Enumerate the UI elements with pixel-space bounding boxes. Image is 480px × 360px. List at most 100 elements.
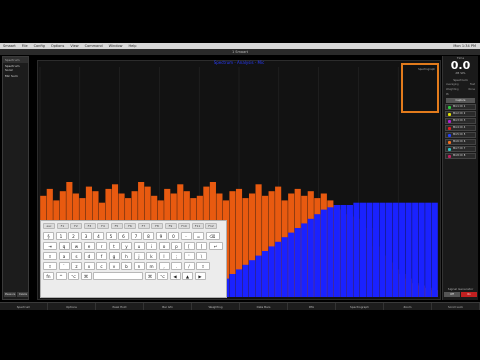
channel-button[interactable]: Mic3 Ch 3 [445,118,476,124]
keyboard-key[interactable]: ⌥ [157,272,168,280]
generator-on-button[interactable]: On [461,292,477,297]
keyboard-key[interactable]: ^ [55,272,67,280]
keyboard-key[interactable]: ⌫ [205,232,220,240]
keyboard-key[interactable]: h [121,252,132,260]
keyboard-key[interactable]: 7 [130,232,142,240]
keyboard-key[interactable]: F1 [56,223,69,229]
keyboard-key[interactable]: ⇧ [196,262,210,270]
channel-button[interactable]: Mic8 Ch 8 [445,153,476,159]
keyboard-key[interactable]: F7 [137,223,150,229]
bottom-toolbar: Spectrum Options Peak Hold Bar Gfx Weighting… [0,302,480,310]
keyboard-key[interactable]: . [171,262,182,270]
keyboard-key[interactable]: ▶ [194,272,206,280]
keyboard-key[interactable]: ] [196,242,207,250]
keyboard-key[interactable]: z [71,262,82,270]
keyboard-key[interactable]: t [108,242,120,250]
keyboard-key[interactable]: [ [183,242,195,250]
keyboard-key[interactable]: F3 [83,223,96,229]
keyboard-key[interactable]: ↵ [208,242,223,250]
keyboard-key[interactable]: 5 [105,232,117,240]
keyboard-key[interactable]: e [83,242,95,250]
toolbar-button[interactable]: RTA [288,303,336,310]
keyboard-key[interactable]: 9 [155,232,167,240]
keyboard-key[interactable]: ` [58,262,70,270]
keyboard-key[interactable]: , [158,262,170,270]
keyboard-key[interactable]: ⌥ [68,272,79,280]
keyboard-key[interactable]: c [96,262,107,270]
keyboard-key[interactable]: a [58,252,70,260]
toolbar-button[interactable]: Scroll Lock [432,303,480,310]
toolbar-button[interactable]: Bar Gfx [144,303,192,310]
keyboard-key[interactable]: ▲ [182,272,193,280]
keyboard-key[interactable]: k [146,252,157,260]
keyboard-key[interactable]: F8 [151,223,163,229]
generator-off-button[interactable]: Off [444,292,460,297]
channel-button[interactable]: Mic1 Ch 1 [445,104,476,110]
keyboard-key[interactable]: 0 [168,232,179,240]
keyboard-key[interactable]: fn [43,272,54,280]
keyboard-key[interactable]: o [158,242,170,250]
keyboard-key[interactable]: ; [171,252,182,260]
keyboard-key[interactable]: 2 [68,232,79,240]
keyboard-key[interactable]: \ [196,252,207,260]
keyboard-key[interactable]: i [146,242,157,250]
keyboard-key[interactable]: F4 [97,223,109,229]
keyboard-key[interactable]: 1 [55,232,67,240]
toolbar-button[interactable]: Peak Hold [96,303,144,310]
keyboard-key[interactable]: F9 [164,223,177,229]
keyboard-key[interactable]: ⌘ [144,272,156,280]
keyboard-key[interactable]: ⇥ [43,242,57,250]
keyboard-key[interactable]: esc [43,223,55,229]
toolbar-button[interactable]: Weighting [192,303,240,310]
keyboard-key[interactable]: F12 [205,223,217,229]
keyboard-key[interactable]: F6 [124,223,136,229]
toolbar-button[interactable]: Spectrograph [336,303,384,310]
keyboard-key[interactable]: b [121,262,132,270]
keyboard-key[interactable]: n [133,262,145,270]
toolbar-button[interactable]: Zoom [384,303,432,310]
keyboard-key[interactable]: q [58,242,70,250]
keyboard-key[interactable]: F10 [178,223,190,229]
keyboard-key[interactable]: g [108,252,120,260]
toolbar-button[interactable]: Data Bars [240,303,288,310]
keyboard-key[interactable]: m [146,262,157,270]
toolbar-button[interactable]: Spectrum [0,303,48,310]
keyboard-key[interactable]: - [180,232,192,240]
keyboard-key[interactable]: F2 [70,223,82,229]
capture-button[interactable]: Capture [446,98,475,103]
keyboard-key[interactable]: l [158,252,170,260]
channel-button[interactable]: Mic6 Ch 6 [445,139,476,145]
keyboard-key[interactable]: v [108,262,120,270]
keyboard-key[interactable]: y [121,242,132,250]
keyboard-key[interactable]: / [183,262,195,270]
peak-row[interactable]: Pk [443,92,478,97]
keyboard-key[interactable]: F11 [191,223,204,229]
space-key[interactable] [93,272,143,280]
keyboard-key[interactable]: d [83,252,95,260]
channel-button[interactable]: Mic5 Ch 5 [445,132,476,138]
keyboard-key[interactable]: f [96,252,107,260]
keyboard-key[interactable]: 4 [93,232,104,240]
keyboard-key[interactable]: w [71,242,82,250]
keyboard-key[interactable]: ' [183,252,195,260]
keyboard-key[interactable]: p [171,242,182,250]
keyboard-key[interactable]: j [133,252,145,260]
keyboard-key[interactable]: 8 [143,232,154,240]
keyboard-key[interactable]: 6 [118,232,129,240]
keyboard-key[interactable]: F5 [110,223,123,229]
channel-button[interactable]: Mic2 Ch 2 [445,111,476,117]
keyboard-key[interactable]: ⇪ [43,252,57,260]
keyboard-key[interactable]: = [193,232,204,240]
toolbar-button[interactable]: Options [48,303,96,310]
keyboard-key[interactable]: s [71,252,82,260]
keyboard-key[interactable]: § [43,232,54,240]
keyboard-key[interactable]: r [96,242,107,250]
keyboard-key[interactable]: x [83,262,95,270]
keyboard-key[interactable]: 3 [80,232,92,240]
keyboard-key[interactable]: ◀ [169,272,181,280]
channel-button[interactable]: Mic4 Ch 4 [445,125,476,131]
keyboard-key[interactable]: ⇧ [43,262,57,270]
keyboard-key[interactable]: ⌘ [80,272,92,280]
keyboard-key[interactable]: u [133,242,145,250]
channel-button[interactable]: Mic7 Ch 7 [445,146,476,152]
